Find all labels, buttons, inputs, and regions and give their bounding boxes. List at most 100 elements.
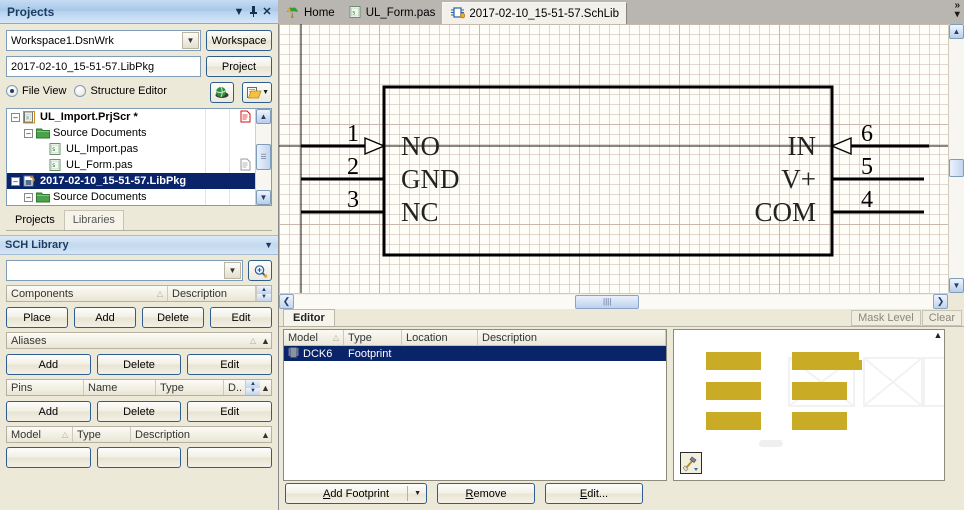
tree-expander[interactable]: –	[24, 128, 33, 138]
place-button[interactable]: Place	[6, 307, 68, 328]
workspace-combo[interactable]: Workspace1.DsnWrk ▼	[6, 30, 201, 51]
scroll-thumb[interactable]	[949, 159, 964, 177]
scroll-thumb[interactable]: ☰	[256, 144, 271, 170]
schematic-canvas[interactable]: 1 2 3 NO GND NC 6 5 4 IN V+ COM	[279, 24, 948, 293]
spinner-up-icon[interactable]: ▲	[246, 380, 260, 388]
magnifier-icon[interactable]	[248, 260, 272, 281]
add-model-button[interactable]	[6, 447, 91, 468]
spinner-up-icon[interactable]: ▲	[257, 286, 271, 294]
remove-button[interactable]: Remove	[437, 483, 535, 504]
tab-libraries[interactable]: Libraries	[63, 210, 124, 230]
tab-schlib[interactable]: 2017-02-10_15-51-57.SchLib	[442, 2, 627, 24]
pins-grid-header[interactable]: Pins Name Type D.. ▲ ▼ ▲	[6, 379, 272, 396]
tab-editor[interactable]: Editor	[283, 309, 335, 326]
aliases-grid-header[interactable]: Aliases △ ▲	[6, 332, 272, 349]
tree-item-selected[interactable]: – 2017-02-10_15-51-57.LibPkg	[7, 173, 255, 189]
column-model[interactable]: Model △	[284, 330, 344, 345]
edit-pin-button[interactable]: Edit	[187, 401, 273, 422]
tree-item[interactable]: s UL_Form.pas	[7, 157, 255, 173]
tree-item[interactable]: – Source Documents	[7, 125, 255, 141]
scroll-down-arrow-icon[interactable]: ▼	[949, 278, 964, 293]
column-d[interactable]: D..	[224, 380, 245, 395]
scroll-track[interactable]	[949, 39, 964, 159]
column-description[interactable]: Description	[131, 427, 260, 442]
chevron-down-icon[interactable]: ▼	[414, 490, 421, 497]
scroll-track[interactable]	[256, 170, 271, 190]
scroll-thumb[interactable]: ||||	[575, 294, 640, 309]
tab-ul-form-pas[interactable]: s UL_Form.pas	[341, 2, 443, 24]
delete-component-button[interactable]: Delete	[142, 307, 204, 328]
add-alias-button[interactable]: Add	[6, 354, 91, 375]
footprint-preview[interactable]: ▲	[673, 329, 945, 481]
delete-alias-button[interactable]: Delete	[96, 354, 182, 375]
project-button[interactable]: Project	[206, 56, 272, 77]
table-row[interactable]: DCK6 Footprint	[284, 346, 666, 361]
search-input[interactable]: ▼	[6, 260, 243, 281]
add-pin-button[interactable]: Add	[6, 401, 91, 422]
spinner-down-icon[interactable]: ▼	[246, 387, 260, 395]
column-aliases[interactable]: Aliases △	[7, 333, 260, 348]
workspace-button[interactable]: Workspace	[206, 30, 272, 51]
scroll-right-arrow-icon[interactable]: ❯	[933, 294, 948, 309]
tree-item[interactable]: – s UL_Import.PrjScr *	[7, 109, 255, 125]
column-model[interactable]: Model △	[7, 427, 73, 442]
delete-model-button[interactable]	[96, 447, 182, 468]
edit-button[interactable]: Edit...	[545, 483, 643, 504]
tree-item[interactable]: s UL_Import.pas	[7, 141, 255, 157]
radio-structure-editor[interactable]: Structure Editor	[74, 84, 167, 97]
column-type[interactable]: Type	[344, 330, 402, 345]
column-type[interactable]: Type	[73, 427, 131, 442]
tab-projects[interactable]: Projects	[6, 210, 64, 230]
mask-level-button[interactable]: Mask Level	[851, 310, 921, 326]
column-location[interactable]: Location	[402, 330, 478, 345]
tab-home[interactable]: Home	[278, 2, 342, 24]
canvas-vertical-scrollbar[interactable]: ▲ ▼	[948, 24, 964, 293]
project-tree[interactable]: – s UL_Import.PrjScr * – Source Document…	[6, 108, 272, 206]
column-pins[interactable]: Pins	[7, 380, 84, 395]
scroll-track[interactable]	[949, 177, 964, 278]
scroll-up-arrow-icon[interactable]: ▲	[256, 109, 271, 124]
scroll-left-arrow-icon[interactable]: ❮	[279, 294, 294, 309]
scroll-up-arrow-icon[interactable]: ▲	[934, 330, 943, 340]
column-components[interactable]: Components △	[7, 286, 168, 301]
model-grid-header[interactable]: Model △ Type Description ▲	[6, 426, 272, 443]
edit-alias-button[interactable]: Edit	[187, 354, 273, 375]
delete-pin-button[interactable]: Delete	[96, 401, 182, 422]
tab-overflow[interactable]: » ▾	[954, 1, 960, 20]
collapse-aliases-icon[interactable]: ▲	[260, 333, 271, 348]
panel-dropdown-icon[interactable]: ▼	[232, 4, 246, 20]
panel-close-icon[interactable]: ✕	[260, 4, 274, 20]
radio-file-view[interactable]: File View	[6, 84, 66, 97]
add-component-button[interactable]: Add	[74, 307, 136, 328]
tab-overflow-down-icon[interactable]: ▾	[955, 10, 960, 20]
hammer-wrench-icon[interactable]	[680, 452, 702, 474]
tree-expander[interactable]: –	[24, 192, 33, 202]
scroll-up-arrow-icon[interactable]: ▲	[949, 24, 964, 39]
tree-expander[interactable]: –	[11, 176, 20, 186]
model-table[interactable]: Model △ Type Location Description DCK6 F…	[283, 329, 667, 481]
chevron-down-icon[interactable]: ▼	[224, 262, 241, 279]
edit-component-button[interactable]: Edit	[210, 307, 272, 328]
clear-button[interactable]: Clear	[921, 310, 962, 326]
collapse-model-icon[interactable]: ▲	[260, 427, 271, 442]
spinner-down-icon[interactable]: ▼	[257, 293, 271, 301]
grid-spinner[interactable]: ▲ ▼	[245, 380, 260, 395]
sch-library-dropdown-icon[interactable]: ▼	[264, 240, 273, 250]
compile-globe-icon[interactable]	[210, 82, 234, 103]
scroll-track[interactable]: ||||	[294, 294, 933, 309]
project-textbox[interactable]: 2017-02-10_15-51-57.LibPkg	[6, 56, 201, 77]
chevron-down-icon[interactable]: ▼	[262, 89, 269, 96]
open-folder-icon[interactable]: ▼	[242, 82, 272, 103]
chevron-down-icon[interactable]: ▼	[182, 32, 199, 49]
column-description[interactable]: Description	[168, 286, 256, 301]
tree-expander[interactable]: –	[11, 112, 20, 122]
preview-scroll-indicator[interactable]: ▲	[932, 330, 944, 480]
tree-vertical-scrollbar[interactable]: ▲ ☰ ▼	[255, 109, 271, 205]
scroll-track[interactable]	[256, 124, 271, 144]
add-footprint-button[interactable]: Add Footprint ▼	[285, 483, 427, 504]
panel-pin-icon[interactable]	[246, 4, 260, 20]
canvas-horizontal-scrollbar[interactable]: ❮ |||| ❯	[279, 293, 948, 309]
components-grid-header[interactable]: Components △ Description ▲ ▼	[6, 285, 272, 302]
scroll-down-arrow-icon[interactable]: ▼	[256, 190, 271, 205]
edit-model-button[interactable]	[187, 447, 273, 468]
